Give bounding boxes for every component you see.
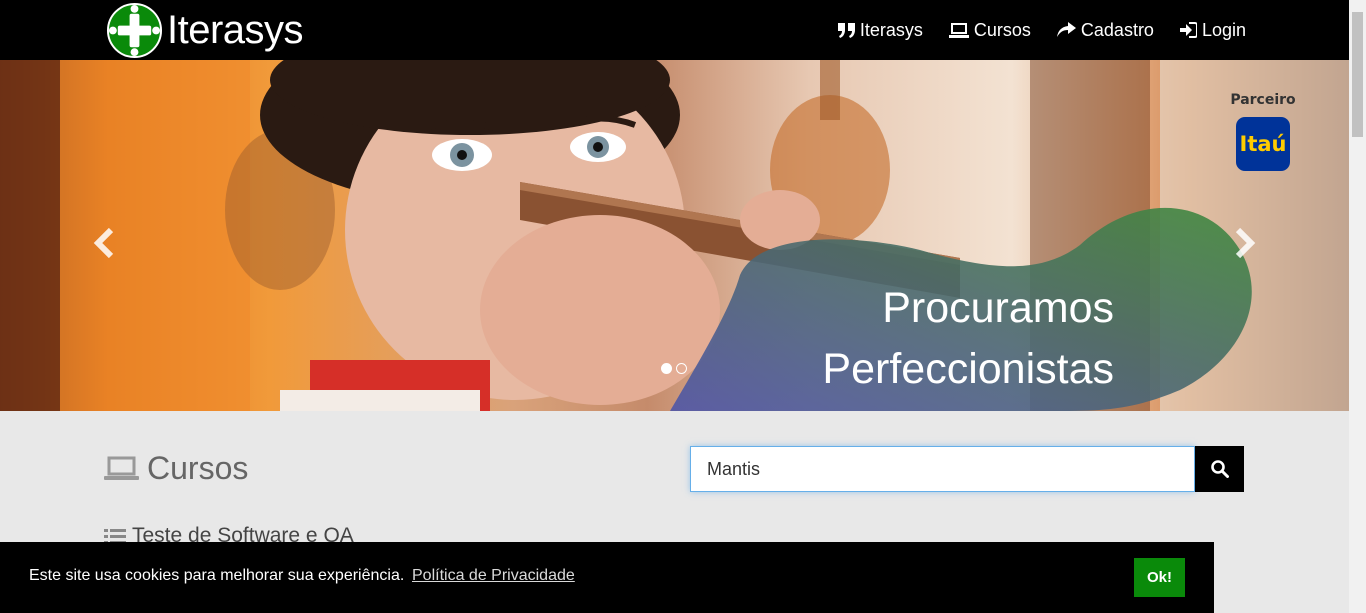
courses-title: Cursos bbox=[147, 450, 249, 486]
carousel-next-button[interactable] bbox=[1233, 227, 1257, 263]
partner-badge[interactable]: Parceiro Itaú bbox=[1225, 92, 1301, 171]
nav-menu: Iterasys Cursos Cadastro Login bbox=[837, 0, 1246, 60]
hero-carousel: Parceiro Itaú Procuramos Perfeccionistas bbox=[0, 60, 1349, 411]
sign-in-icon bbox=[1179, 22, 1197, 38]
hero-photo bbox=[0, 60, 1349, 411]
carousel-prev-button[interactable] bbox=[92, 227, 116, 263]
carousel-indicator-1[interactable] bbox=[661, 363, 672, 374]
nav-item-label: Login bbox=[1201, 19, 1246, 40]
page-scrollbar[interactable] bbox=[1349, 0, 1366, 613]
headline-line-2: Perfeccionistas bbox=[822, 345, 1114, 393]
brand-logo-icon bbox=[106, 2, 163, 58]
top-navbar: Iterasys Iterasys Cursos Cadastro Login bbox=[0, 0, 1349, 60]
chevron-left-icon bbox=[93, 227, 114, 259]
laptop-icon bbox=[948, 22, 969, 38]
chevron-right-icon bbox=[1235, 227, 1256, 259]
cookie-message: Este site usa cookies para melhorar sua … bbox=[29, 567, 405, 584]
search-icon bbox=[1210, 460, 1229, 478]
nav-item-login[interactable]: Login bbox=[1179, 19, 1246, 41]
cookie-ok-button[interactable]: Ok! bbox=[1134, 558, 1185, 597]
itau-logo: Itaú bbox=[1236, 117, 1290, 171]
nav-item-iterasys[interactable]: Iterasys bbox=[837, 19, 923, 41]
nav-item-cursos[interactable]: Cursos bbox=[948, 19, 1031, 41]
carousel-indicator-2[interactable] bbox=[676, 363, 687, 374]
share-arrow-icon bbox=[1056, 22, 1076, 37]
nav-item-label: Cadastro bbox=[1080, 19, 1154, 40]
courses-heading: Cursos bbox=[104, 450, 248, 487]
privacy-policy-link[interactable]: Política de Privacidade bbox=[412, 567, 575, 585]
quote-icon bbox=[837, 22, 855, 38]
carousel-indicators bbox=[661, 363, 687, 374]
nav-item-label: Iterasys bbox=[859, 19, 923, 40]
cookie-banner: Este site usa cookies para melhorar sua … bbox=[0, 542, 1214, 613]
partner-label: Parceiro bbox=[1230, 92, 1296, 108]
search-button[interactable] bbox=[1195, 446, 1244, 492]
nav-item-cadastro[interactable]: Cadastro bbox=[1056, 19, 1154, 41]
scrollbar-thumb[interactable] bbox=[1352, 12, 1363, 137]
nav-item-label: Cursos bbox=[973, 19, 1031, 40]
headline-line-1: Procuramos bbox=[882, 284, 1114, 332]
hero-headline: Procuramos Perfeccionistas bbox=[822, 278, 1114, 400]
brand[interactable]: Iterasys bbox=[106, 1, 304, 59]
course-search bbox=[690, 446, 1244, 492]
brand-name: Iterasys bbox=[167, 7, 304, 52]
laptop-icon bbox=[104, 456, 139, 480]
search-input[interactable] bbox=[690, 446, 1195, 492]
